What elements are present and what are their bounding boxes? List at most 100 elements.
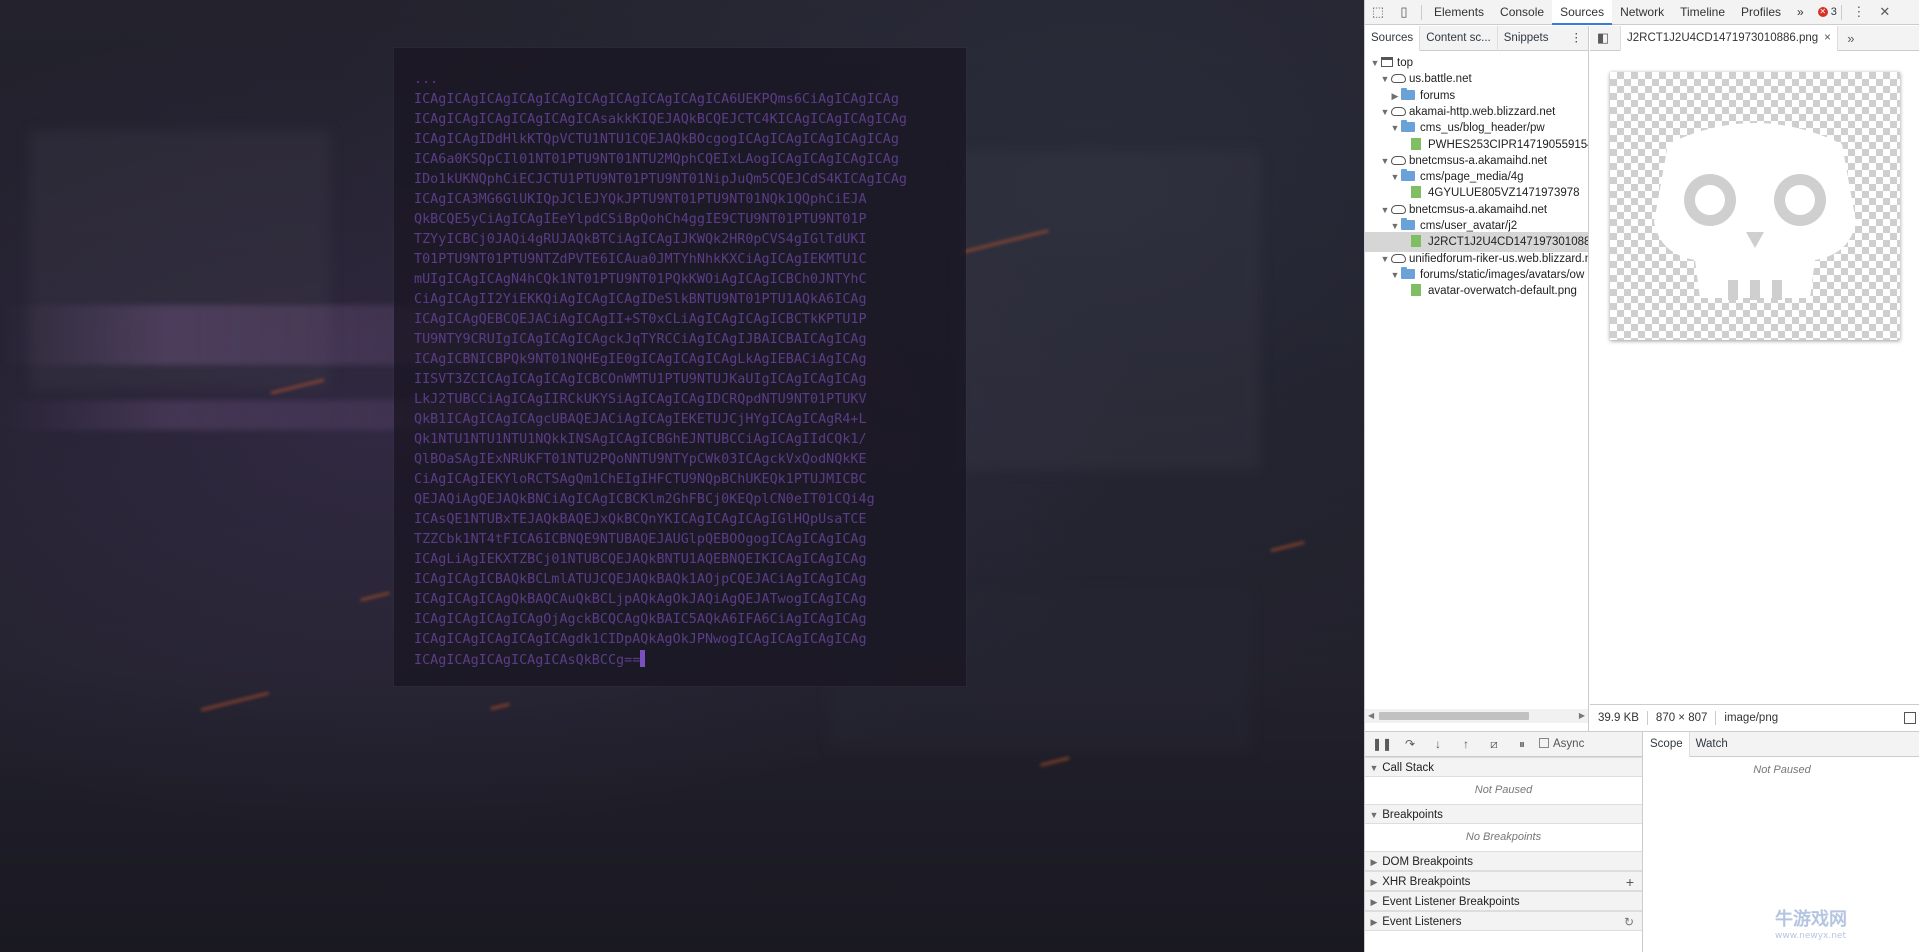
cloud-domain-icon (1391, 253, 1406, 263)
scroll-left-icon[interactable]: ◀ (1368, 709, 1374, 723)
section-event-listener-breakpoints[interactable]: ▶ Event Listener Breakpoints (1365, 891, 1642, 911)
step-over-icon[interactable]: ↷ (1399, 737, 1421, 751)
tree-item-label: akamai-http.web.blizzard.net (1409, 105, 1556, 118)
section-xhr-breakpoints[interactable]: ▶ XHR Breakpoints + (1365, 871, 1642, 891)
more-tabs-button[interactable]: » (1789, 0, 1812, 25)
toggle-navigator-icon[interactable]: ◧ (1590, 26, 1616, 51)
step-out-icon[interactable]: ↑ (1455, 737, 1477, 751)
cloud-domain-icon (1391, 155, 1406, 165)
pause-on-exceptions-icon[interactable]: ⏸ (1511, 737, 1533, 752)
close-devtools-icon[interactable]: ✕ (1872, 0, 1898, 25)
collapsed-arrow-icon: ▶ (1370, 857, 1378, 867)
tree-item-label: 4GYULUE805VZ1471973978 (1428, 187, 1580, 200)
text-cursor (640, 650, 646, 667)
inspect-element-icon[interactable]: ⬚ (1365, 0, 1391, 25)
async-checkbox[interactable]: Async (1539, 738, 1584, 750)
base64-code-panel: ... ICAgICAgICAgICAgICAgICAgICAgICAgICAg… (394, 48, 966, 686)
folder-icon (1401, 87, 1415, 100)
section-call-stack[interactable]: ▼ Call Stack (1365, 757, 1642, 777)
code-line: T01PTU9NT01PTU9NTZdPVTE6ICAua0JMTYhNhkKX… (414, 252, 867, 267)
scope-watch-tabs: Scope Watch (1644, 731, 1919, 757)
image-dimensions: 870 × 807 (1648, 710, 1717, 725)
skull-avatar-image (1654, 123, 1856, 300)
navigator-tab-sources[interactable]: Sources (1365, 25, 1421, 51)
tab-timeline[interactable]: Timeline (1672, 0, 1733, 25)
tree-item-label: PWHES253CIPR147190559154 (1428, 138, 1588, 151)
code-line: QkB1ICAgICAgICAgcUBAQEJACiAgICAgIEKETUJC… (414, 412, 867, 427)
code-line: ICAgICAgICAgICAgICAsQkBCCg== (414, 653, 641, 668)
code-line: QlBOaSAgIExNRUKFT01NTU2PQoNNTU9NTYpCWk03… (414, 452, 867, 467)
section-label: Breakpoints (1382, 809, 1443, 821)
sources-navigator: Sources Content sc... Snippets ⋮ ▼ top ▼ us… (1365, 25, 1589, 731)
tree-item-label: forums/static/images/avatars/ow (1420, 268, 1585, 281)
more-files-icon[interactable]: » (1838, 26, 1864, 51)
step-into-icon[interactable]: ↓ (1427, 737, 1449, 751)
refresh-icon[interactable]: ↻ (1624, 912, 1634, 932)
tab-profiles[interactable]: Profiles (1733, 0, 1789, 25)
code-line: Qk1NTU1NTU1NTU1NQkkINSAgICAgICBGhEJNTUBC… (414, 432, 867, 447)
device-mode-icon[interactable]: ▯ (1391, 0, 1417, 25)
code-line: QkBCQE5yCiAgICAgIEeYlpdCSiBpQohCh4ggIE9C… (414, 212, 867, 227)
code-line: CiAgICAgII2YiEKKQiAgICAgICAgIDeSlkBNTU9N… (414, 292, 867, 307)
toggle-debugger-icon[interactable] (1904, 711, 1916, 724)
folder-icon (1401, 169, 1415, 182)
tab-network[interactable]: Network (1612, 0, 1672, 25)
checkbox-box (1539, 738, 1549, 748)
code-line: ICAgICAgICAgICAgICAgdk1CIDpAQkAgOkJPNwog… (414, 632, 867, 647)
image-file-icon (1411, 235, 1421, 248)
toolbar-divider (1421, 4, 1422, 20)
navigator-tab-snippets[interactable]: Snippets (1498, 26, 1555, 51)
code-line: ICAgICA3MG6GlUKIQpJClEJYQkJPTU9NT01PTU9N… (414, 192, 867, 207)
code-line: LkJ2TUBCCiAgICAgIIRCkUKYSiAgICAgICAgIDCR… (414, 392, 867, 407)
navigator-scrollbar[interactable]: ◀ ▶ (1365, 709, 1588, 723)
section-label: Event Listener Breakpoints (1382, 896, 1520, 908)
code-line: ICAgICAgICAgQkBAQCAuQkBCLjpAQkAgOkJAQiAg… (414, 592, 867, 607)
editor-tab-open-file[interactable]: J2RCT1J2U4CD1471973010886.png × (1620, 25, 1838, 51)
section-label: Event Listeners (1382, 916, 1462, 928)
error-counter[interactable]: ✕ 3 (1817, 6, 1837, 18)
image-file-icon (1411, 137, 1421, 150)
image-file-icon (1411, 186, 1421, 199)
tab-console[interactable]: Console (1492, 0, 1552, 25)
section-dom-breakpoints[interactable]: ▶ DOM Breakpoints (1365, 851, 1642, 871)
scroll-right-icon[interactable]: ▶ (1579, 709, 1585, 723)
debugger-left-pane: ❚❚ ↷ ↓ ↑ ⧄ ⏸ Async ▼ Call Stack Not Paus… (1365, 732, 1643, 952)
watermark-title: 牛游戏网 (1775, 909, 1847, 930)
navigator-tab-content-scripts[interactable]: Content sc... (1420, 25, 1498, 51)
code-line: mUIgICAgICAgN4hCQk1NT01PTU9NT01PQkKWOiAg… (414, 272, 867, 287)
navigator-tabs: Sources Content sc... Snippets ⋮ (1365, 25, 1589, 51)
expanded-arrow-icon: ▼ (1369, 763, 1379, 773)
collapsed-arrow-icon: ▶ (1370, 877, 1378, 887)
collapsed-arrow-icon: ▶ (1370, 917, 1378, 927)
watermark-url: www.newyx.net (1775, 931, 1847, 941)
section-event-listeners[interactable]: ▶ Event Listeners ↻ (1365, 911, 1642, 931)
navigator-menu-icon[interactable]: ⋮ (1565, 26, 1589, 51)
code-line: ICAgICAgICAgICAgICAgICAgICAgICAgICAgICA6… (414, 92, 899, 107)
code-line: IISVT3ZCICAgICAgICAgICBCOnWMTU1PTU9NTUJK… (414, 372, 867, 387)
deactivate-breakpoints-icon[interactable]: ⧄ (1483, 737, 1505, 752)
section-label: DOM Breakpoints (1382, 856, 1473, 868)
code-line: ICAgICAgICAgICAgOjAgckBCQCAgQkBAIC5AQkA6… (414, 612, 867, 627)
code-line: ICAgLiAgIEKXTZBCj01NTUBCQEJAQkBNTU1AQEBN… (414, 552, 867, 567)
devtools-panel: ⬚ ▯ Elements Console Sources Network Tim… (1364, 0, 1919, 952)
tab-sources[interactable]: Sources (1552, 0, 1613, 25)
add-xhr-breakpoint-icon[interactable]: + (1626, 872, 1634, 892)
tab-elements[interactable]: Elements (1426, 0, 1492, 25)
pause-icon[interactable]: ❚❚ (1371, 737, 1393, 751)
tree-item-file[interactable]: avatar-overwatch-default.png (1365, 281, 1588, 301)
tree-item-label: cms_us/blog_header/pw (1420, 122, 1545, 135)
section-breakpoints[interactable]: ▼ Breakpoints (1365, 804, 1642, 824)
customize-menu-icon[interactable]: ⋮ (1846, 0, 1872, 25)
close-tab-icon[interactable]: × (1824, 32, 1831, 44)
image-file-size: 39.9 KB (1590, 710, 1648, 725)
code-line: ICAgICBNICBPQk9NT01NQHEgIE0gICAgICAgICAg… (414, 352, 867, 367)
tree-item-label: cms/page_media/4g (1420, 171, 1524, 184)
cloud-domain-icon (1391, 204, 1406, 214)
tab-watch[interactable]: Watch (1690, 732, 1734, 757)
code-line: TZYyICBCj0JAQi4gRUJAQkBTCiAgICAgIJKWQk2H… (414, 232, 867, 247)
code-line: QEJAQiAgQEJAQkBNCiAgICAgICBCKlm2GhFBCj0K… (414, 492, 875, 507)
open-file-name: J2RCT1J2U4CD1471973010886.png (1627, 31, 1819, 44)
async-label: Async (1553, 738, 1585, 750)
scrollbar-thumb[interactable] (1379, 712, 1529, 720)
tab-scope[interactable]: Scope (1644, 731, 1690, 757)
